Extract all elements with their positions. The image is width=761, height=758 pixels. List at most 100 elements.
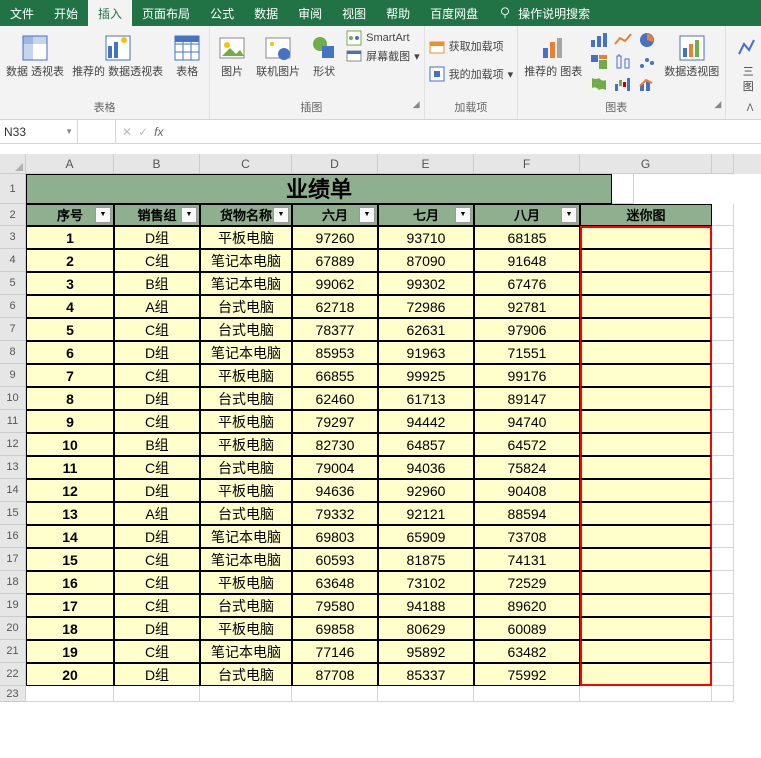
cell-item[interactable]: 平板电脑 — [200, 571, 292, 594]
cell-aug[interactable]: 75992 — [474, 663, 580, 686]
cell-item[interactable]: 台式电脑 — [200, 387, 292, 410]
row-header-22[interactable]: 22 — [0, 663, 26, 686]
cell-item[interactable]: 平板电脑 — [200, 364, 292, 387]
menu-数据[interactable]: 数据 — [244, 0, 288, 26]
cell-group[interactable]: C组 — [114, 410, 200, 433]
select-all-corner[interactable] — [0, 154, 26, 174]
cell-jul[interactable]: 87090 — [378, 249, 474, 272]
col-header-B[interactable]: B — [114, 154, 200, 174]
cell-item[interactable]: 平板电脑 — [200, 226, 292, 249]
row-header-17[interactable]: 17 — [0, 548, 26, 571]
cell-group[interactable]: C组 — [114, 456, 200, 479]
cell-sparkline[interactable] — [580, 433, 712, 456]
cell-jun[interactable]: 79332 — [292, 502, 378, 525]
cell-item[interactable]: 平板电脑 — [200, 410, 292, 433]
cell-sparkline[interactable] — [580, 341, 712, 364]
menu-开始[interactable]: 开始 — [44, 0, 88, 26]
cell-jul[interactable]: 61713 — [378, 387, 474, 410]
shapes-button[interactable]: 形状 — [306, 30, 342, 81]
cell-aug[interactable]: 89147 — [474, 387, 580, 410]
cell-jul[interactable]: 85337 — [378, 663, 474, 686]
pie-chart-icon[interactable] — [636, 30, 658, 50]
cell-jul[interactable]: 64857 — [378, 433, 474, 456]
cell-item[interactable]: 笔记本电脑 — [200, 548, 292, 571]
cell-jul[interactable]: 62631 — [378, 318, 474, 341]
cell-group[interactable]: D组 — [114, 479, 200, 502]
cell-jun[interactable]: 87708 — [292, 663, 378, 686]
row-header-10[interactable]: 10 — [0, 387, 26, 410]
row-header-3[interactable]: 3 — [0, 226, 26, 249]
cell-jun[interactable]: 79297 — [292, 410, 378, 433]
cell-jul[interactable]: 94188 — [378, 594, 474, 617]
filter-dropdown-icon[interactable]: ▼ — [455, 207, 471, 223]
cell-group[interactable]: C组 — [114, 249, 200, 272]
cell-item[interactable]: 笔记本电脑 — [200, 249, 292, 272]
cell-group[interactable]: D组 — [114, 525, 200, 548]
table-header-6[interactable]: 迷你图 — [580, 204, 712, 226]
cell-jun[interactable]: 77146 — [292, 640, 378, 663]
bar-chart-icon[interactable] — [588, 30, 610, 50]
cell-jun[interactable]: 67889 — [292, 249, 378, 272]
collapse-ribbon-button[interactable]: ᐱ — [741, 99, 759, 117]
cell-item[interactable]: 台式电脑 — [200, 456, 292, 479]
cell-sparkline[interactable] — [580, 663, 712, 686]
cell-aug[interactable]: 68185 — [474, 226, 580, 249]
filter-dropdown-icon[interactable]: ▼ — [273, 207, 289, 223]
cell-jul[interactable]: 65909 — [378, 525, 474, 548]
cell-jul[interactable]: 94442 — [378, 410, 474, 433]
menu-审阅[interactable]: 审阅 — [288, 0, 332, 26]
cell-aug[interactable]: 91648 — [474, 249, 580, 272]
cell-group[interactable]: C组 — [114, 548, 200, 571]
cell-sparkline[interactable] — [580, 617, 712, 640]
empty-cell[interactable] — [580, 686, 712, 702]
name-box[interactable]: N33▼ — [0, 120, 78, 143]
cell-group[interactable]: C组 — [114, 594, 200, 617]
row-header-21[interactable]: 21 — [0, 640, 26, 663]
cell-sparkline[interactable] — [580, 456, 712, 479]
table-header-1[interactable]: 销售组▼ — [114, 204, 200, 226]
cell-jun[interactable]: 99062 — [292, 272, 378, 295]
row-header-9[interactable]: 9 — [0, 364, 26, 387]
cell-seq[interactable]: 13 — [26, 502, 114, 525]
cell-seq[interactable]: 15 — [26, 548, 114, 571]
cell-sparkline[interactable] — [580, 226, 712, 249]
cell-group[interactable]: C组 — [114, 364, 200, 387]
cell-group[interactable]: C组 — [114, 640, 200, 663]
cell-sparkline[interactable] — [580, 364, 712, 387]
col-header-partial[interactable] — [712, 154, 734, 174]
row-header-4[interactable]: 4 — [0, 249, 26, 272]
row-header-18[interactable]: 18 — [0, 571, 26, 594]
cell-seq[interactable]: 3 — [26, 272, 114, 295]
cell-seq[interactable]: 7 — [26, 364, 114, 387]
cell-jul[interactable]: 80629 — [378, 617, 474, 640]
table-button[interactable]: 表格 — [169, 30, 205, 81]
online-picture-button[interactable]: 联机图片 — [254, 30, 302, 81]
picture-button[interactable]: 图片 — [214, 30, 250, 81]
cell-sparkline[interactable] — [580, 594, 712, 617]
cell-sparkline[interactable] — [580, 387, 712, 410]
menu-帮助[interactable]: 帮助 — [376, 0, 420, 26]
cell-sparkline[interactable] — [580, 548, 712, 571]
cell-jun[interactable]: 82730 — [292, 433, 378, 456]
menu-公式[interactable]: 公式 — [200, 0, 244, 26]
get-addins-button[interactable]: 获取加载项 — [429, 38, 514, 54]
cell-item[interactable]: 台式电脑 — [200, 594, 292, 617]
row-header-16[interactable]: 16 — [0, 525, 26, 548]
cell-aug[interactable]: 72529 — [474, 571, 580, 594]
cell-item[interactable]: 台式电脑 — [200, 502, 292, 525]
line-chart-icon[interactable] — [612, 30, 634, 50]
cell-group[interactable]: B组 — [114, 272, 200, 295]
cell-item[interactable]: 平板电脑 — [200, 617, 292, 640]
row-header-8[interactable]: 8 — [0, 341, 26, 364]
menu-文件[interactable]: 文件 — [0, 0, 44, 26]
name-box-dropdown-icon[interactable]: ▼ — [65, 127, 73, 136]
cell-aug[interactable]: 75824 — [474, 456, 580, 479]
formula-input[interactable] — [169, 120, 761, 143]
cell-seq[interactable]: 11 — [26, 456, 114, 479]
cell-aug[interactable]: 60089 — [474, 617, 580, 640]
cell-aug[interactable]: 71551 — [474, 341, 580, 364]
cell-aug[interactable]: 94740 — [474, 410, 580, 433]
empty-cell[interactable] — [378, 686, 474, 702]
cell-seq[interactable]: 9 — [26, 410, 114, 433]
cell-aug[interactable]: 90408 — [474, 479, 580, 502]
